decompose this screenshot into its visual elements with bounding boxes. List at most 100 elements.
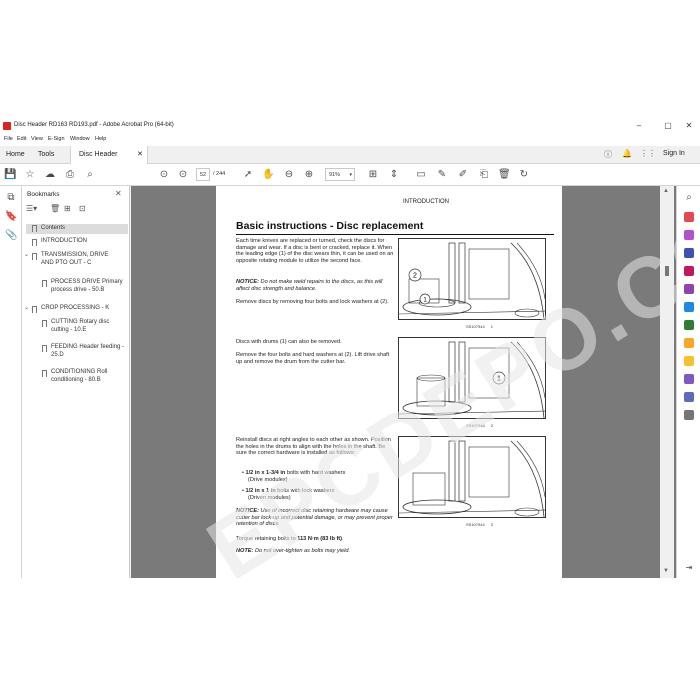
scroll-mode-icon[interactable]: ⇕ <box>388 169 400 181</box>
acrobat-window: Disc Header RD163 RD193.pdf - Adobe Acro… <box>0 118 700 578</box>
rotate-icon[interactable]: ↻ <box>518 169 530 181</box>
paragraph-remove-discs: Remove discs by removing four bolts and … <box>236 299 389 305</box>
bookmark-label: CROP PROCESSING - K <box>41 305 110 311</box>
scroll-up-icon[interactable]: ▲ <box>663 188 669 194</box>
menu-help[interactable]: Help <box>95 136 106 142</box>
tab-home[interactable]: Home <box>6 146 25 164</box>
figure-1-drawing: 2 1 <box>399 242 545 319</box>
protect-icon[interactable] <box>684 392 694 402</box>
bookmark-label: INTRODUCTION <box>41 238 87 244</box>
bookmark-item-transmission[interactable]: ⌄ TRANSMISSION, DRIVE AND PTO OUT - C <box>24 252 128 274</box>
bookmark-star-icon[interactable]: ☆ <box>24 169 36 181</box>
highlight-pen-icon[interactable]: ✎ <box>436 169 448 181</box>
scrollbar-thumb[interactable] <box>665 266 669 276</box>
notifications-icon[interactable]: 🔔 <box>622 149 632 158</box>
sign-in-link[interactable]: Sign In <box>663 150 685 157</box>
bullet-text: bolts with lock washers <box>275 488 335 494</box>
chevron-down-icon[interactable]: ⌄ <box>24 305 29 313</box>
delete-icon[interactable]: 🗑 <box>498 169 511 181</box>
close-window-button[interactable]: ✕ <box>682 120 696 132</box>
fit-page-icon[interactable]: ⊞ <box>367 169 379 181</box>
menu-edit[interactable]: Edit <box>17 136 26 142</box>
more-tools-icon[interactable] <box>684 410 694 420</box>
window-title: Disc Header RD163 RD193.pdf - Adobe Acro… <box>14 122 174 128</box>
bookmark-item-introduction[interactable]: INTRODUCTION <box>26 238 128 248</box>
organize-pages-icon[interactable] <box>684 266 694 276</box>
paragraph-drums: Discs with drums (1) can also be removed… <box>236 339 342 345</box>
create-pdf-icon[interactable] <box>684 212 694 222</box>
next-page-icon[interactable]: ⊙ <box>177 169 189 181</box>
delete-bookmark-icon[interactable]: 🗑 <box>50 204 60 213</box>
comment-tool-icon[interactable] <box>684 356 694 366</box>
vertical-scrollbar[interactable]: ▲ ▼ <box>660 186 674 578</box>
bullet-sub: (Driven modules) <box>248 494 291 501</box>
tab-document[interactable]: Disc Header RD163... ✕ <box>70 146 148 176</box>
export-pdf-icon[interactable] <box>684 302 694 312</box>
scan-ocr-icon[interactable] <box>684 320 694 330</box>
previous-page-icon[interactable]: ⊙ <box>158 169 170 181</box>
select-cursor-icon[interactable]: ➚ <box>242 169 254 181</box>
scroll-down-icon[interactable]: ▼ <box>663 568 669 574</box>
bookmark-icon <box>42 280 47 287</box>
zoom-search-icon[interactable]: ⌕ <box>683 192 695 204</box>
print-icon[interactable]: ⎙ <box>64 169 76 181</box>
bookmark-icon <box>32 306 37 313</box>
attachments-panel-icon[interactable]: 📎 <box>5 230 17 242</box>
figure-code: SS107944 <box>466 522 485 527</box>
notice-label: NOTICE: <box>236 279 259 285</box>
bookmark-item-crop-processing[interactable]: ⌄ CROP PROCESSING - K <box>24 305 128 315</box>
request-signatures-icon[interactable] <box>684 338 694 348</box>
close-tab-icon[interactable]: ✕ <box>137 146 143 164</box>
edit-pdf-icon[interactable] <box>684 248 694 258</box>
pages-panel-icon[interactable]: ⧉ <box>5 192 17 204</box>
save-icon[interactable]: 💾 <box>4 169 16 181</box>
combine-files-icon[interactable] <box>684 230 694 240</box>
fill-sign-icon[interactable] <box>684 284 694 294</box>
tab-tools[interactable]: Tools <box>38 146 54 164</box>
menu-view[interactable]: View <box>31 136 43 142</box>
bookmarks-panel: Bookmarks ✕ ☰▾ 🗑 ⊞ ⊡ Contents INTRODUCTI… <box>22 186 130 578</box>
bullet-text: bolts with hard washers <box>285 470 346 476</box>
maximize-button[interactable]: ▢ <box>661 120 675 132</box>
notice-text: Use of incorrect disc retaining hardware… <box>236 508 393 528</box>
bookmark-options-icon[interactable]: ☰▾ <box>26 204 37 213</box>
upload-cloud-icon[interactable]: ☁ <box>44 169 56 181</box>
notice-weld: NOTICE: Do not make weld repairs to the … <box>236 279 396 292</box>
search-icon[interactable]: ⌕ <box>84 169 96 181</box>
minimize-button[interactable]: – <box>632 120 646 132</box>
comment-icon[interactable]: ▭ <box>415 169 427 181</box>
zoom-in-icon[interactable]: ⊕ <box>303 169 315 181</box>
help-icon[interactable]: ⓘ <box>604 149 612 160</box>
document-viewport[interactable]: INTRODUCTION Basic instructions - Disc r… <box>131 152 700 578</box>
menu-file[interactable]: File <box>4 136 13 142</box>
bookmark-item-feeding[interactable]: FEEDING Header feeding - 25.D <box>36 344 128 366</box>
bookmark-label: CONDITIONING Roll conditioning - 80.B <box>51 369 108 383</box>
bookmark-item-process-drive[interactable]: PROCESS DRIVE Primary process drive - 50… <box>36 279 128 301</box>
paragraph-check-discs: Each time knives are replaced or turned,… <box>236 238 394 264</box>
tab-bar: Home Tools Disc Header RD163... ✕ ⓘ 🔔 ⋮⋮… <box>0 146 700 176</box>
draw-icon[interactable]: ✐ <box>457 169 469 181</box>
bookmark-item-cutting[interactable]: CUTTING Rotary disc cutting - 10.E <box>36 319 128 341</box>
zoom-out-icon[interactable]: ⊖ <box>283 169 295 181</box>
section-divider <box>236 234 554 235</box>
collapse-panel-icon[interactable]: ⇥ <box>683 562 695 574</box>
close-panel-icon[interactable]: ✕ <box>115 189 122 198</box>
bookmark-label: TRANSMISSION, DRIVE AND PTO OUT - C <box>41 252 109 266</box>
bookmarks-panel-icon[interactable]: 🔖 <box>5 211 17 223</box>
figure-1-caption: SS107944 1 <box>466 324 493 329</box>
new-bookmark-icon[interactable]: ⊞ <box>64 204 71 213</box>
toolbar: 💾 ☆ ☁ ⎙ ⌕ ⊙ ⊙ 52 / 244 ➚ ✋ ⊖ ⊕ 91% ▾ ⊞ ⇕… <box>0 164 700 186</box>
zoom-select[interactable]: 91% ▾ <box>325 168 355 181</box>
chevron-down-icon[interactable]: ⌄ <box>24 252 29 260</box>
bookmark-item-conditioning[interactable]: CONDITIONING Roll conditioning - 80.B <box>36 369 128 391</box>
page-number-input[interactable]: 52 <box>196 168 210 181</box>
redact-icon[interactable] <box>684 374 694 384</box>
apps-grid-icon[interactable]: ⋮⋮ <box>640 149 656 158</box>
bookmark-item-contents[interactable]: Contents <box>26 224 128 234</box>
menu-window[interactable]: Window <box>70 136 90 142</box>
stamp-icon[interactable]: ⎗ <box>478 169 490 181</box>
menu-esign[interactable]: E-Sign <box>48 136 65 142</box>
bullet-bold: 1/2 in x 1 in <box>245 488 276 494</box>
expand-bookmark-icon[interactable]: ⊡ <box>79 204 86 213</box>
hand-tool-icon[interactable]: ✋ <box>262 169 274 181</box>
